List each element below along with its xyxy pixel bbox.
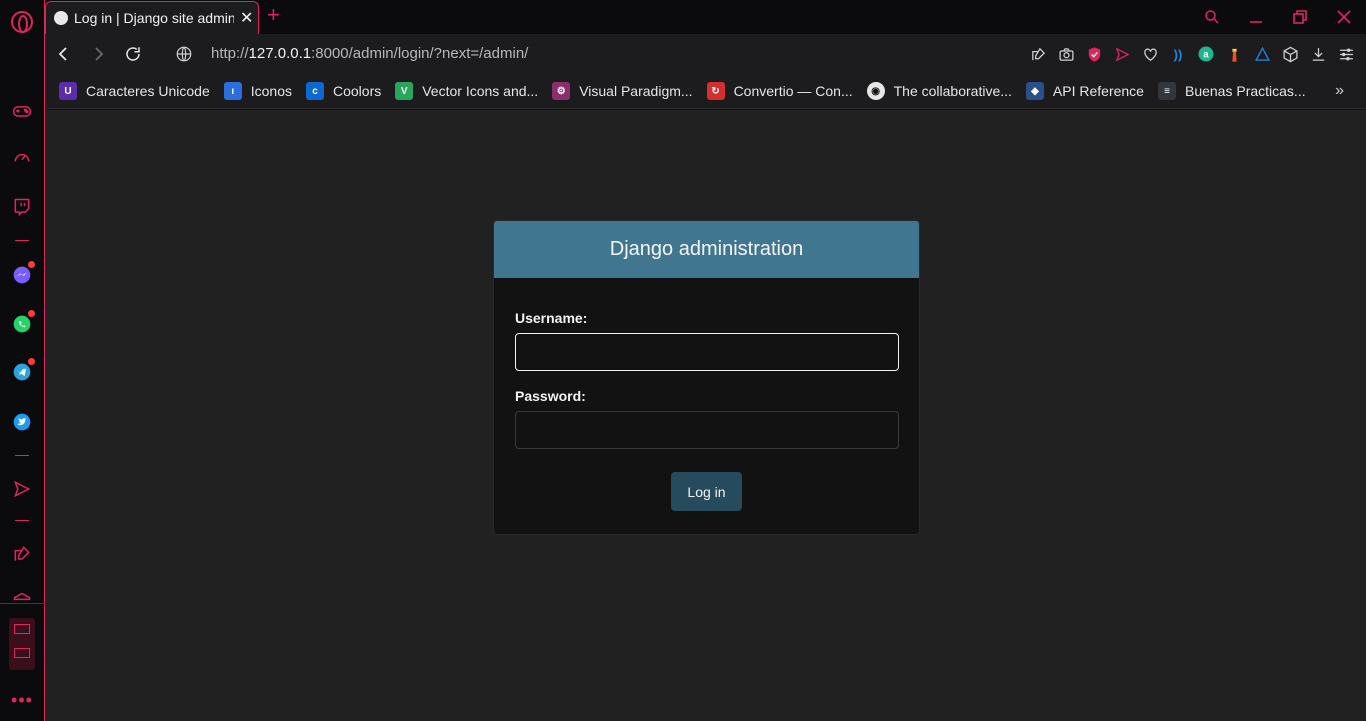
login-form-card: Django administration Username: Password… xyxy=(493,220,920,535)
site-title: Django administration xyxy=(609,238,804,260)
crypto-wallet-icon[interactable] xyxy=(11,590,33,612)
sidebar-separator xyxy=(15,240,29,241)
username-label: Username: xyxy=(515,310,588,326)
close-tab-icon[interactable]: ✕ xyxy=(240,8,253,28)
opera-logo-icon[interactable] xyxy=(11,11,33,33)
convertio-icon: ↻ xyxy=(706,82,725,100)
hardware-monitor-widget[interactable] xyxy=(9,618,35,670)
extension-wifi-icon[interactable]: )) xyxy=(1168,44,1188,64)
messenger-icon[interactable] xyxy=(11,261,35,286)
bookmark-label: Buenas Practicas... xyxy=(1184,83,1306,99)
tab-django-login[interactable]: Log in | Django site admin ✕ xyxy=(45,1,259,34)
bookmark-label: Visual Paradigm... xyxy=(579,83,693,99)
restore-icon[interactable] xyxy=(1278,0,1322,34)
opera-sidebar: ••• xyxy=(0,0,45,721)
bookmark-item[interactable]: ⚙ Visual Paradigm... xyxy=(552,82,693,100)
search-tabs-icon[interactable] xyxy=(1190,0,1234,34)
new-tab-button[interactable]: + xyxy=(267,4,280,26)
extension-a-icon[interactable]: a xyxy=(1196,44,1216,64)
iconos-icon: ı xyxy=(223,82,242,100)
coolors-icon: c xyxy=(305,82,324,100)
speed-dial-icon[interactable] xyxy=(11,147,33,169)
password-input[interactable] xyxy=(515,411,899,449)
notification-dot xyxy=(28,358,35,365)
cpu-icon xyxy=(14,648,30,658)
bookmark-label: Vector Icons and... xyxy=(422,83,539,99)
ram-icon xyxy=(14,624,30,634)
svg-text:a: a xyxy=(1203,49,1209,60)
camera-icon[interactable] xyxy=(1056,44,1076,64)
forward-icon[interactable] xyxy=(87,43,109,65)
download-icon[interactable] xyxy=(1308,44,1328,64)
bookmark-label: Coolors xyxy=(332,83,382,99)
reload-icon[interactable] xyxy=(122,43,144,65)
bookmark-item[interactable]: ı Iconos xyxy=(223,82,292,100)
more-bookmarks-icon[interactable]: » xyxy=(1335,82,1344,100)
notification-dot xyxy=(28,261,35,268)
bookmark-label: Caracteres Unicode xyxy=(86,83,210,99)
vector-icons-icon: V xyxy=(395,82,414,100)
back-icon[interactable] xyxy=(53,43,75,65)
site-info-globe-icon[interactable] xyxy=(173,43,195,65)
sidebar-divider xyxy=(0,603,45,604)
extension-triangle-icon[interactable] xyxy=(1252,44,1272,64)
tab-title: Log in | Django site admin xyxy=(74,10,234,26)
minimize-icon[interactable] xyxy=(1234,0,1278,34)
window-controls xyxy=(1190,0,1366,34)
address-bar: http://127.0.0.1:8000/admin/login/?next=… xyxy=(45,34,1366,74)
pinboard-icon[interactable] xyxy=(11,543,33,565)
bookmark-item[interactable]: U Caracteres Unicode xyxy=(59,82,210,100)
buenas-practicas-icon: ≡ xyxy=(1157,82,1176,100)
heart-icon[interactable] xyxy=(1140,44,1160,64)
send-flow-icon[interactable] xyxy=(1112,44,1132,64)
twitch-icon[interactable] xyxy=(11,196,33,218)
bookmark-label: API Reference xyxy=(1052,83,1144,99)
login-header: Django administration xyxy=(494,221,919,278)
bookmark-label: Convertio — Con... xyxy=(733,83,853,99)
bookmark-item[interactable]: ↻ Convertio — Con... xyxy=(706,82,853,100)
sidebar-separator xyxy=(15,455,29,456)
extensions-cube-icon[interactable] xyxy=(1280,44,1300,64)
url-field[interactable]: http://127.0.0.1:8000/admin/login/?next=… xyxy=(211,45,528,62)
globe-icon xyxy=(54,11,68,25)
easy-setup-icon[interactable] xyxy=(1336,44,1356,64)
visual-paradigm-icon: ⚙ xyxy=(552,82,571,100)
page-content: Django administration Username: Password… xyxy=(45,110,1366,721)
telegram-icon[interactable] xyxy=(11,358,35,383)
twitter-icon[interactable] xyxy=(11,411,33,433)
bookmarks-bar: U Caracteres Unicode ı Iconos c Coolors V Vecto… xyxy=(45,74,1366,109)
more-options-icon[interactable]: ••• xyxy=(11,690,33,711)
unicode-table-icon: U xyxy=(59,82,77,100)
bookmark-item[interactable]: ≡ Buenas Practicas... xyxy=(1157,82,1306,100)
flow-send-icon[interactable] xyxy=(11,478,33,500)
snapshot-edit-icon[interactable] xyxy=(1028,44,1048,64)
bookmark-item[interactable]: ◉ The collaborative... xyxy=(866,82,1012,100)
browser-window: ••• Log in | Django site admin ✕ + http:… xyxy=(0,0,1366,721)
url-host: 127.0.0.1 xyxy=(248,45,312,62)
bookmark-label: The collaborative... xyxy=(893,83,1012,99)
password-label: Password: xyxy=(515,388,586,404)
api-reference-icon: ◆ xyxy=(1025,82,1044,100)
login-button[interactable]: Log in xyxy=(671,472,742,511)
gamepad-icon[interactable] xyxy=(11,100,33,122)
bookmark-item[interactable]: V Vector Icons and... xyxy=(395,82,538,100)
bookmark-label: Iconos xyxy=(250,83,292,99)
notification-dot xyxy=(28,310,35,317)
address-bar-actions: )) a xyxy=(1028,42,1356,66)
username-input[interactable] xyxy=(515,333,899,371)
url-prefix: http:// xyxy=(211,45,249,62)
extension-lighthouse-icon[interactable] xyxy=(1224,44,1244,64)
url-path: :8000/admin/login/?next=/admin/ xyxy=(311,45,529,62)
close-window-icon[interactable] xyxy=(1322,0,1366,34)
tab-bar: Log in | Django site admin ✕ + xyxy=(45,0,1366,34)
vpn-shield-icon[interactable] xyxy=(1084,44,1104,64)
bookmark-item[interactable]: c Coolors xyxy=(305,82,382,100)
sidebar-separator xyxy=(15,520,29,521)
whatsapp-icon[interactable] xyxy=(11,310,35,335)
bookmark-item[interactable]: ◆ API Reference xyxy=(1025,82,1144,100)
collaborative-icon: ◉ xyxy=(866,82,885,100)
